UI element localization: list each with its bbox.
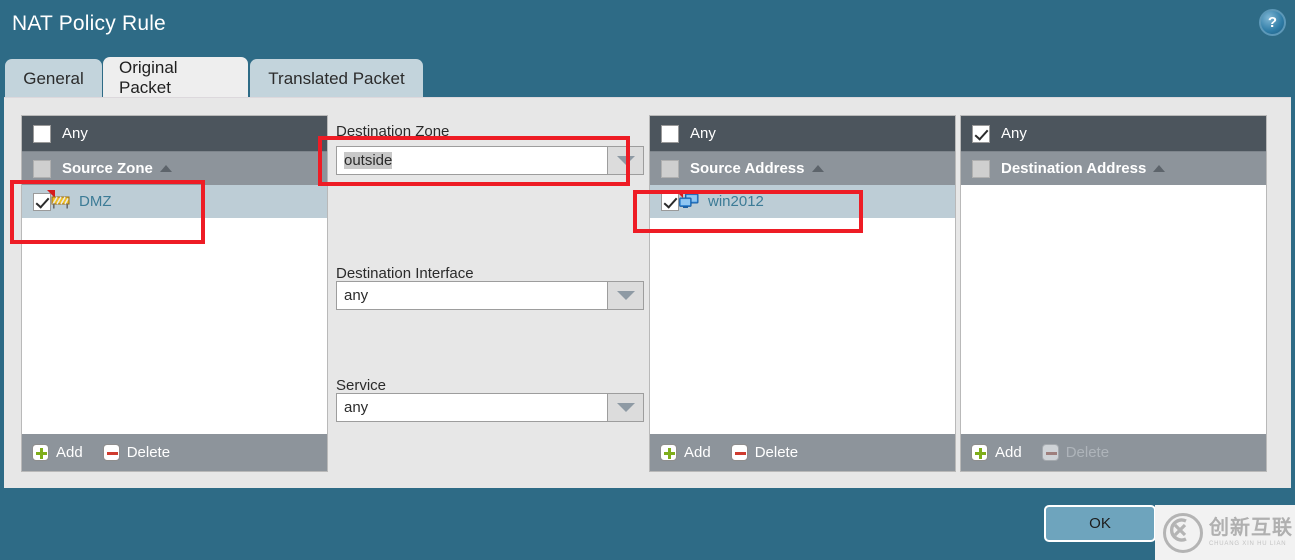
source-address-delete-button[interactable]: Delete [731, 444, 798, 461]
destination-address-add-button[interactable]: Add [971, 444, 1022, 461]
source-zone-panel: Any Source Zone [21, 115, 328, 472]
source-zone-list[interactable]: DMZ [22, 185, 327, 434]
destination-address-column-header-label: Destination Address [1001, 160, 1146, 177]
source-zone-any-label: Any [62, 125, 88, 142]
sort-ascending-icon[interactable] [812, 165, 824, 172]
destination-address-add-label: Add [995, 444, 1022, 461]
nat-policy-rule-dialog: NAT Policy Rule ? General Original Packe… [0, 0, 1295, 560]
page-title: NAT Policy Rule [12, 12, 166, 36]
destination-address-panel: Any Destination Address Add Delete [960, 115, 1267, 472]
destination-zone-input[interactable]: outside [336, 146, 608, 175]
source-address-list[interactable]: win2012 [650, 185, 955, 434]
source-zone-any-checkbox[interactable] [33, 125, 51, 143]
destination-zone-value: outside [344, 152, 392, 169]
source-zone-row-checkbox-wrap[interactable] [33, 193, 51, 211]
service-label: Service [336, 377, 386, 394]
destination-interface-chevron-down-icon[interactable] [608, 281, 644, 310]
tab-translated-packet-label: Translated Packet [268, 69, 404, 89]
source-zone-any-row[interactable]: Any [22, 116, 327, 151]
source-zone-column-header[interactable]: Source Zone [22, 151, 327, 185]
source-address-any-label: Any [690, 125, 716, 142]
watermark-logo-icon [1163, 513, 1203, 553]
source-zone-add-label: Add [56, 444, 83, 461]
destination-address-any-row[interactable]: Any [961, 116, 1266, 151]
source-zone-toolbar: Add Delete [22, 434, 327, 471]
ok-button-label: OK [1089, 515, 1111, 532]
plus-icon [971, 444, 988, 461]
source-address-add-label: Add [684, 444, 711, 461]
source-address-toolbar: Add Delete [650, 434, 955, 471]
source-zone-column-header-label: Source Zone [62, 160, 153, 177]
sort-ascending-icon[interactable] [160, 165, 172, 172]
list-item[interactable]: win2012 [650, 185, 955, 218]
source-zone-selectall-checkbox[interactable] [33, 160, 51, 178]
plus-icon [32, 444, 49, 461]
service-field[interactable]: any [336, 393, 644, 422]
plus-icon [660, 444, 677, 461]
source-zone-delete-label: Delete [127, 444, 170, 461]
destination-address-any-checkbox[interactable] [972, 125, 990, 143]
destination-address-any-label: Any [1001, 125, 1027, 142]
destination-address-delete-label: Delete [1066, 444, 1109, 461]
minus-icon [103, 444, 120, 461]
source-address-delete-label: Delete [755, 444, 798, 461]
sort-ascending-icon[interactable] [1153, 165, 1165, 172]
destination-zone-field[interactable]: outside [336, 146, 644, 175]
tab-general-label: General [23, 69, 83, 89]
watermark-chinese: 创新互联 [1209, 518, 1293, 538]
destination-interface-input[interactable]: any [336, 281, 608, 310]
source-address-add-button[interactable]: Add [660, 444, 711, 461]
source-zone-add-button[interactable]: Add [32, 444, 83, 461]
source-address-any-row[interactable]: Any [650, 116, 955, 151]
destination-interface-field[interactable]: any [336, 281, 644, 310]
destination-interface-value: any [344, 287, 368, 304]
source-address-any-checkbox[interactable] [661, 125, 679, 143]
zone-barrier-icon [51, 194, 70, 209]
tab-original-packet[interactable]: Original Packet [103, 57, 248, 98]
watermark: 创新互联 CHUANG XIN HU LIAN [1155, 505, 1295, 560]
list-item[interactable]: DMZ [22, 185, 327, 218]
minus-icon [731, 444, 748, 461]
ok-button[interactable]: OK [1044, 505, 1156, 542]
source-address-panel: Any Source Address [649, 115, 956, 472]
destination-interface-label: Destination Interface [336, 265, 474, 282]
service-input[interactable]: any [336, 393, 608, 422]
source-address-column-header-label: Source Address [690, 160, 805, 177]
destination-address-delete-button: Delete [1042, 444, 1109, 461]
destination-address-selectall-checkbox[interactable] [972, 160, 990, 178]
list-item-label: DMZ [79, 193, 112, 210]
source-address-column-header[interactable]: Source Address [650, 151, 955, 185]
destination-zone-chevron-down-icon[interactable] [608, 146, 644, 175]
tab-bar: General Original Packet Translated Packe… [0, 53, 1295, 98]
destination-address-toolbar: Add Delete [961, 434, 1266, 471]
tab-translated-packet[interactable]: Translated Packet [250, 59, 423, 98]
help-circle-icon[interactable]: ? [1259, 9, 1286, 36]
source-address-selectall-checkbox[interactable] [661, 160, 679, 178]
destination-address-list[interactable] [961, 185, 1266, 434]
minus-icon [1042, 444, 1059, 461]
service-chevron-down-icon[interactable] [608, 393, 644, 422]
source-zone-delete-button[interactable]: Delete [103, 444, 170, 461]
tab-general[interactable]: General [5, 59, 102, 98]
list-item-label: win2012 [708, 193, 764, 210]
original-packet-panel: Any Source Zone [4, 97, 1291, 488]
destination-address-column-header[interactable]: Destination Address [961, 151, 1266, 185]
watermark-pinyin: CHUANG XIN HU LIAN [1209, 541, 1293, 547]
network-computers-icon [679, 193, 699, 210]
service-value: any [344, 399, 368, 416]
source-address-row-checkbox-wrap[interactable] [661, 193, 679, 211]
destination-form-column: Destination Zone outside Destination Int… [334, 115, 644, 472]
destination-zone-label: Destination Zone [336, 123, 449, 140]
tab-original-packet-label: Original Packet [119, 58, 232, 98]
dialog-titlebar: NAT Policy Rule ? [0, 0, 1295, 52]
